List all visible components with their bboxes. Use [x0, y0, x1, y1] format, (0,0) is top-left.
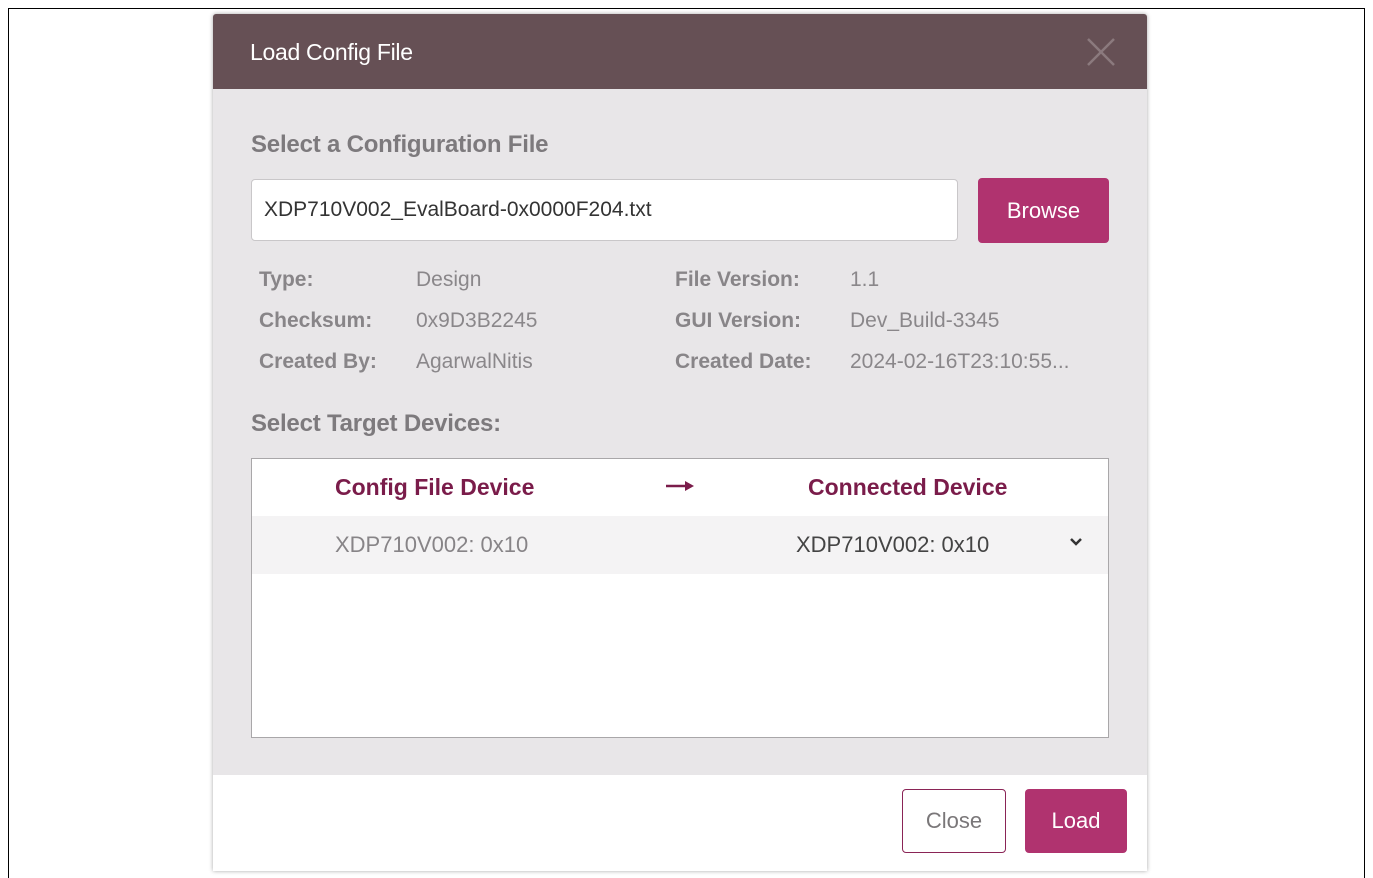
dialog-title: Load Config File — [250, 39, 413, 65]
config-file-device-cell: XDP710V002: 0x10 — [335, 532, 529, 557]
load-config-dialog: Load Config File Select a Configuration … — [213, 14, 1147, 871]
close-button[interactable]: Close — [902, 789, 1006, 853]
target-devices-table: Config File Device Connected Device XDP7… — [251, 458, 1109, 738]
created-by-value: AgarwalNitis — [416, 350, 533, 373]
arrow-right-icon — [666, 481, 694, 491]
close-icon[interactable] — [1083, 34, 1119, 70]
browse-button[interactable]: Browse — [978, 178, 1109, 243]
gui-version-value: Dev_Build-3345 — [850, 309, 1000, 332]
created-by-label: Created By: — [259, 350, 377, 373]
connected-device-select[interactable]: XDP710V002: 0x10 — [784, 522, 1094, 568]
config-file-path-input[interactable] — [251, 179, 958, 241]
config-file-heading: Select a Configuration File — [251, 131, 549, 158]
file-version-value: 1.1 — [850, 268, 880, 291]
connected-device-value: XDP710V002: 0x10 — [796, 532, 990, 557]
load-button[interactable]: Load — [1025, 789, 1127, 853]
chevron-down-icon — [1070, 538, 1082, 546]
created-date-label: Created Date: — [675, 350, 812, 373]
dialog-titlebar: Load Config File — [213, 14, 1147, 89]
connected-device-header: Connected Device — [808, 474, 1008, 500]
target-devices-heading: Select Target Devices: — [251, 410, 501, 437]
file-version-label: File Version: — [675, 268, 800, 291]
checksum-label: Checksum: — [259, 309, 373, 332]
type-value: Design — [416, 268, 482, 291]
created-date-value: 2024-02-16T23:10:55... — [850, 350, 1070, 373]
dialog-footer: Close Load — [213, 775, 1147, 871]
checksum-value: 0x9D3B2245 — [416, 309, 538, 332]
device-mapping-row: XDP710V002: 0x10 XDP710V002: 0x10 — [252, 516, 1108, 574]
config-file-device-header: Config File Device — [335, 474, 535, 500]
type-label: Type: — [259, 268, 314, 291]
gui-version-label: GUI Version: — [675, 309, 802, 332]
